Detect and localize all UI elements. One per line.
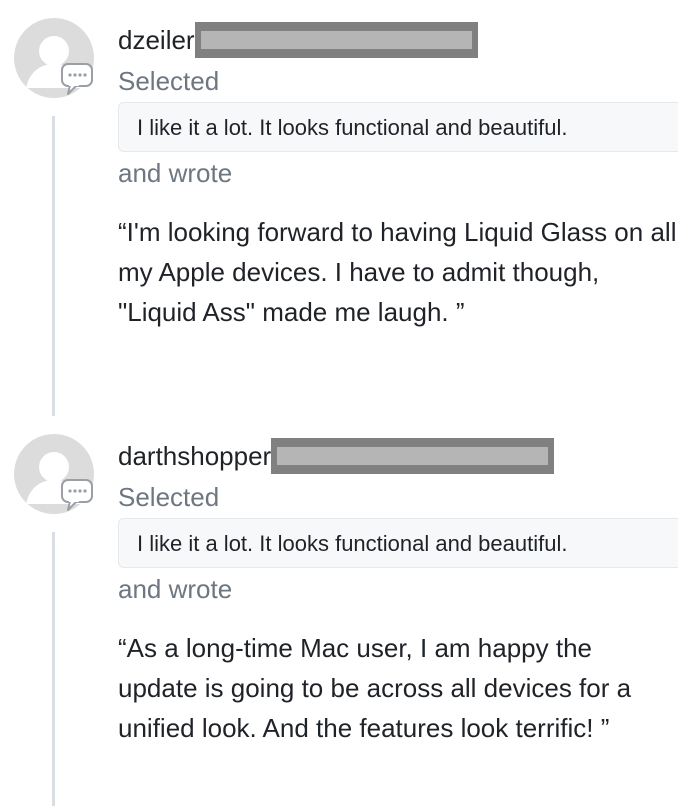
default-avatar-icon (14, 434, 94, 514)
redacted-info (194, 22, 478, 58)
username-link[interactable]: darthshopper (118, 441, 271, 472)
thread-line (52, 532, 55, 806)
wrote-label: and wrote (118, 158, 233, 188)
selected-label: Selected (118, 66, 220, 96)
redacted-info (271, 438, 555, 474)
comment-header: dzeiler (118, 22, 478, 58)
selected-label: Selected (118, 482, 220, 512)
comment-text: “I'm looking forward to having Liquid Gl… (118, 217, 677, 327)
avatar[interactable] (14, 18, 94, 98)
selected-choice: I like it a lot. It looks functional and… (118, 518, 678, 568)
comment-text: “As a long-time Mac user, I am happy the… (118, 633, 632, 743)
avatar[interactable] (14, 434, 94, 514)
wrote-label: and wrote (118, 574, 233, 604)
comment-header: darthshopper (118, 438, 555, 474)
default-avatar-icon (14, 18, 94, 98)
username-link[interactable]: dzeiler (118, 25, 195, 56)
selected-choice: I like it a lot. It looks functional and… (118, 102, 678, 152)
thread-line (52, 116, 55, 416)
